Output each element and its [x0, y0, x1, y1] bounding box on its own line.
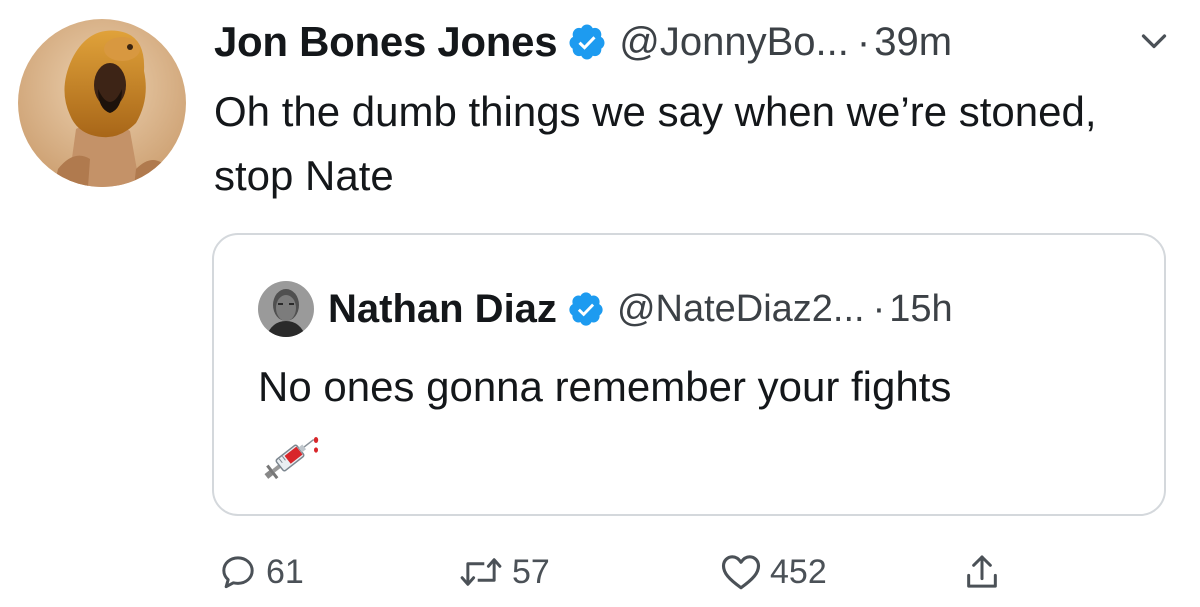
- tweet[interactable]: Jon Bones Jones @JonnyBo... · 39m Oh the…: [0, 0, 1200, 607]
- share-button[interactable]: [962, 550, 1010, 594]
- verified-badge-icon: [567, 290, 605, 328]
- tweet-action-bar: 61 57 452: [0, 540, 1200, 600]
- like-button[interactable]: 452: [720, 550, 827, 594]
- quoted-tweet-card[interactable]: Nathan Diaz @NateDiaz2... · 15h No ones …: [212, 233, 1166, 516]
- syringe-emoji-icon: [264, 437, 319, 480]
- separator-dot: ·: [872, 287, 886, 330]
- quoted-tweet-text: No ones gonna remember your fights: [258, 363, 952, 410]
- retweet-count: 57: [512, 552, 550, 591]
- verified-badge-icon: [567, 22, 607, 62]
- retweet-button[interactable]: 57: [458, 550, 550, 594]
- retweet-icon: [460, 558, 502, 586]
- reply-count: 61: [266, 552, 304, 591]
- quoted-author-handle[interactable]: @NateDiaz2...: [617, 288, 865, 331]
- quoted-tweet-timestamp[interactable]: 15h: [889, 288, 952, 331]
- quoted-author-display-name[interactable]: Nathan Diaz: [328, 287, 557, 332]
- tweet-header: Jon Bones Jones @JonnyBo... · 39m: [214, 14, 952, 70]
- separator-dot: ·: [856, 19, 871, 64]
- author-display-name[interactable]: Jon Bones Jones: [214, 18, 558, 66]
- reply-icon: [222, 556, 254, 589]
- heart-icon: [721, 555, 761, 590]
- author-handle[interactable]: @JonnyBo...: [619, 20, 849, 65]
- share-icon: [967, 555, 997, 588]
- like-count: 452: [770, 552, 827, 591]
- tweet-text: Oh the dumb things we say when we’re sto…: [214, 88, 1097, 199]
- quoted-tweet-header: Nathan Diaz @NateDiaz2... · 15h: [258, 279, 953, 339]
- tweet-timestamp[interactable]: 39m: [874, 20, 952, 65]
- quoted-author-avatar[interactable]: [258, 281, 314, 337]
- chevron-down-icon[interactable]: [1136, 24, 1172, 60]
- reply-button[interactable]: 61: [218, 550, 304, 594]
- author-avatar[interactable]: [18, 19, 186, 187]
